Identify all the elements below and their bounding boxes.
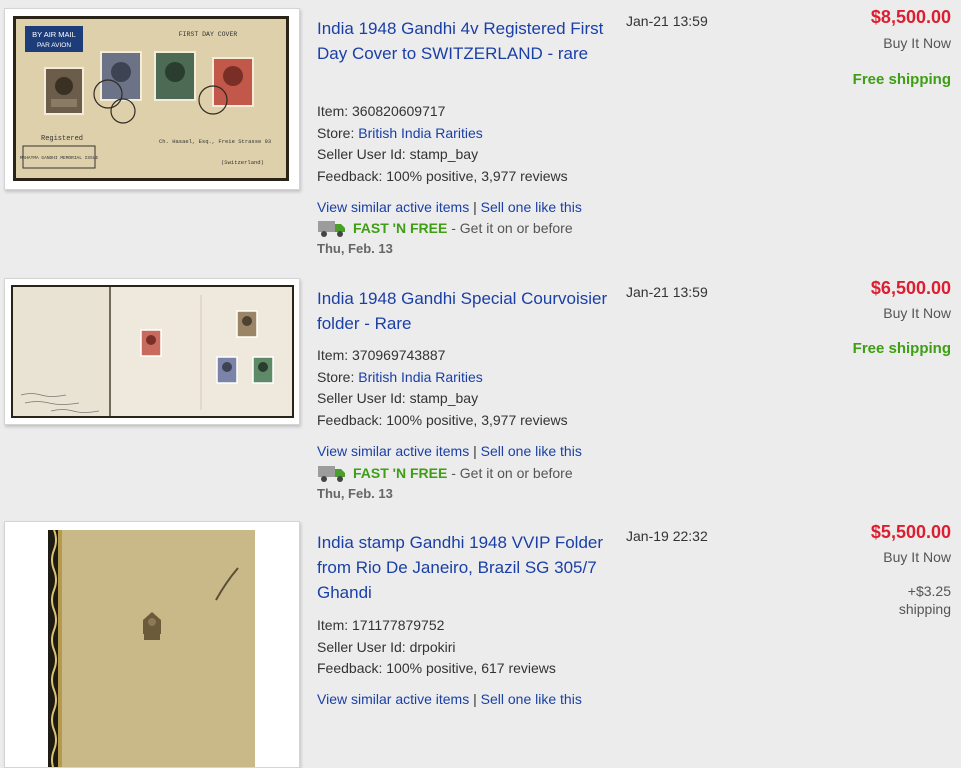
shipping-cost: +$3.25 shipping bbox=[899, 582, 951, 618]
feedback-row: Feedback: 100% positive, 3,977 reviews bbox=[317, 168, 568, 185]
fdc-heading-text: FIRST DAY COVER bbox=[179, 31, 238, 38]
item-number-row: Item: 370969743887 bbox=[317, 347, 446, 363]
delivery-date: Thu, Feb. 13 bbox=[317, 241, 393, 256]
courvoisier-folder-image bbox=[13, 287, 292, 416]
seller-id: stamp_bay bbox=[409, 146, 479, 163]
listing-links: View similar active items | Sell one lik… bbox=[317, 197, 582, 219]
listing-links: View similar active items | Sell one lik… bbox=[317, 689, 582, 711]
vvip-folder-image bbox=[51, 530, 255, 767]
listing-time: Jan-21 13:59 bbox=[626, 13, 708, 29]
listing-title-link[interactable]: India 1948 Gandhi 4v Registered First Da… bbox=[317, 16, 617, 66]
view-similar-link[interactable]: View similar active items bbox=[317, 199, 469, 215]
listing-thumbnail[interactable] bbox=[4, 521, 300, 768]
listing-details: Item: 370969743887 Store: British India … bbox=[317, 345, 568, 432]
buy-it-now-label: Buy It Now bbox=[883, 305, 951, 321]
store-link[interactable]: British India Rarities bbox=[358, 125, 483, 141]
buy-it-now-label: Buy It Now bbox=[883, 35, 951, 51]
store-row: Store: British India Rarities bbox=[317, 124, 483, 141]
link-separator: | bbox=[473, 443, 477, 459]
feedback-text: 100% positive, 3,977 reviews bbox=[386, 412, 568, 429]
sell-one-link[interactable]: Sell one like this bbox=[481, 691, 582, 707]
link-separator: | bbox=[473, 199, 477, 215]
fast-n-free-row: FAST 'N FREE - Get it on or before bbox=[317, 463, 573, 486]
delivery-truck-icon bbox=[317, 463, 347, 486]
listing-time: Jan-19 22:32 bbox=[626, 528, 708, 544]
first-day-cover-image: BY AIR MAIL PAR AVION FIRST DAY COVER Re… bbox=[16, 19, 286, 178]
item-number-row: Item: 360820609717 bbox=[317, 103, 446, 119]
cover-address-text: Ch. Hasael, Esq., Freie Strasse 93 bbox=[159, 138, 271, 145]
listing-thumbnail[interactable] bbox=[4, 278, 300, 425]
view-similar-link[interactable]: View similar active items bbox=[317, 443, 469, 459]
store-link[interactable]: British India Rarities bbox=[358, 369, 483, 385]
fast-n-free-row: FAST 'N FREE - Get it on or before bbox=[317, 218, 573, 241]
sell-one-link[interactable]: Sell one like this bbox=[481, 199, 582, 215]
delivery-truck-icon bbox=[317, 218, 347, 241]
airmail-label-text: BY AIR MAIL bbox=[32, 30, 76, 39]
feedback-text: 100% positive, 617 reviews bbox=[386, 660, 556, 677]
listing-title-link[interactable]: India 1948 Gandhi Special Courvoisier fo… bbox=[317, 286, 617, 336]
listing-time: Jan-21 13:59 bbox=[626, 284, 708, 300]
sell-one-link[interactable]: Sell one like this bbox=[481, 443, 582, 459]
store-row: Store: British India Rarities bbox=[317, 368, 483, 385]
item-number: 370969743887 bbox=[352, 347, 446, 363]
seller-id: stamp_bay bbox=[409, 390, 479, 407]
listing-details: Item: 360820609717 Store: British India … bbox=[317, 101, 568, 188]
fast-n-free-text: - Get it on or before bbox=[451, 465, 573, 482]
item-number: 171177879752 bbox=[352, 617, 445, 633]
registered-text: Registered bbox=[41, 135, 83, 143]
feedback-row: Feedback: 100% positive, 3,977 reviews bbox=[317, 412, 568, 429]
feedback-row: Feedback: 100% positive, 617 reviews bbox=[317, 660, 556, 677]
memorial-issue-text: MAHATMA GANDHI MEMORIAL ISSUE bbox=[20, 155, 99, 161]
shipping-cost-amount: +$3.25 bbox=[907, 583, 951, 599]
listing-price: $8,500.00 bbox=[870, 7, 951, 27]
link-separator: | bbox=[473, 691, 477, 707]
listing-price: $6,500.00 bbox=[870, 278, 951, 298]
seller-row: Seller User Id: stamp_bay bbox=[317, 146, 479, 163]
item-number-row: Item: 171177879752 bbox=[317, 617, 445, 633]
cover-country-text: (Switzerland) bbox=[221, 159, 264, 166]
fast-n-free-label: FAST 'N FREE bbox=[353, 220, 448, 237]
listing-thumbnail[interactable]: BY AIR MAIL PAR AVION FIRST DAY COVER Re… bbox=[4, 8, 300, 190]
buy-it-now-label: Buy It Now bbox=[883, 549, 951, 565]
listing-price: $5,500.00 bbox=[870, 522, 951, 542]
seller-row: Seller User Id: drpokiri bbox=[317, 638, 456, 655]
free-shipping-label: Free shipping bbox=[852, 71, 951, 88]
fast-n-free-text: - Get it on or before bbox=[451, 220, 573, 237]
feedback-text: 100% positive, 3,977 reviews bbox=[386, 168, 568, 185]
paravion-label-text: PAR AVION bbox=[37, 42, 71, 49]
seller-row: Seller User Id: stamp_bay bbox=[317, 390, 479, 407]
listing-details: Item: 171177879752 Seller User Id: drpok… bbox=[317, 615, 556, 680]
listing-links: View similar active items | Sell one lik… bbox=[317, 441, 582, 463]
item-number: 360820609717 bbox=[352, 103, 446, 119]
view-similar-link[interactable]: View similar active items bbox=[317, 691, 469, 707]
free-shipping-label: Free shipping bbox=[852, 340, 951, 357]
fast-n-free-label: FAST 'N FREE bbox=[353, 465, 448, 482]
seller-id: drpokiri bbox=[409, 638, 456, 655]
shipping-cost-label: shipping bbox=[898, 601, 951, 617]
listing-title-link[interactable]: India stamp Gandhi 1948 VVIP Folder from… bbox=[317, 530, 617, 605]
delivery-date: Thu, Feb. 13 bbox=[317, 486, 393, 501]
